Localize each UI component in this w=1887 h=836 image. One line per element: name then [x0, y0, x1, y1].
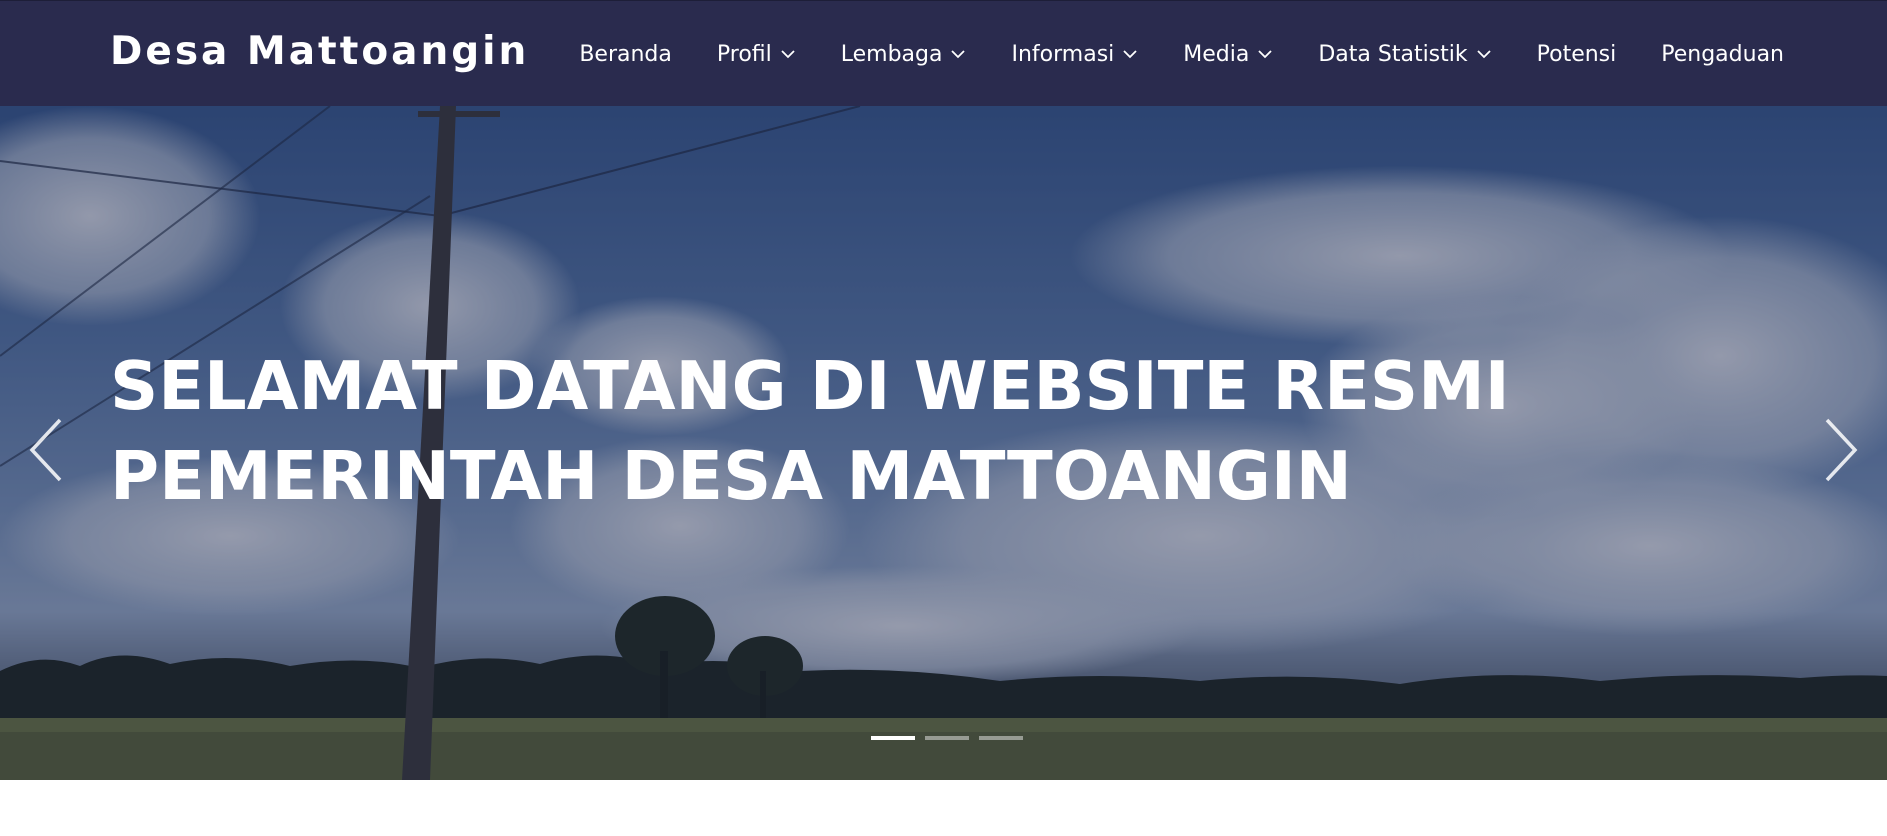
hero-title-line: PEMERINTAH DESA MATTOANGIN [110, 437, 1352, 515]
nav-item-pengaduan[interactable]: Pengaduan [1661, 42, 1784, 67]
carousel-next-button[interactable] [1815, 410, 1865, 490]
hero-carousel: SELAMAT DATANG DI WEBSITE RESMI PEMERINT… [0, 106, 1887, 780]
nav-item-label: Beranda [579, 41, 672, 67]
hero-title: SELAMAT DATANG DI WEBSITE RESMI PEMERINT… [110, 341, 1510, 521]
nav-item-profil[interactable]: Profil [717, 42, 796, 67]
nav-item-label: Pengaduan [1661, 41, 1784, 67]
nav-item-informasi[interactable]: Informasi [1011, 42, 1138, 67]
nav-item-label: Potensi [1536, 41, 1617, 67]
nav-item-label: Data Statistik [1318, 41, 1468, 67]
navbar: Desa Mattoangin Beranda Profil Lembaga I… [0, 0, 1887, 106]
nav-item-beranda[interactable]: Beranda [579, 42, 672, 67]
carousel-indicators [871, 736, 1023, 740]
carousel-indicator[interactable] [925, 736, 969, 740]
main-nav: Beranda Profil Lembaga Informasi Media D… [579, 1, 1784, 107]
chevron-left-icon [22, 418, 72, 494]
chevron-down-icon [950, 48, 966, 60]
nav-item-label: Lembaga [840, 41, 943, 67]
nav-item-media[interactable]: Media [1183, 42, 1273, 67]
nav-item-label: Informasi [1011, 41, 1115, 67]
chevron-down-icon [1476, 48, 1492, 60]
carousel-prev-button[interactable] [22, 410, 72, 490]
chevron-down-icon [1122, 48, 1138, 60]
nav-item-label: Media [1183, 41, 1250, 67]
chevron-down-icon [780, 48, 796, 60]
nav-item-potensi[interactable]: Potensi [1537, 42, 1617, 67]
nav-item-lembaga[interactable]: Lembaga [841, 42, 967, 67]
chevron-down-icon [1257, 48, 1273, 60]
hero-title-line: SELAMAT DATANG DI WEBSITE RESMI [110, 347, 1510, 425]
site-brand[interactable]: Desa Mattoangin [110, 27, 529, 77]
nav-item-data-statistik[interactable]: Data Statistik [1318, 42, 1491, 67]
carousel-indicator[interactable] [979, 736, 1023, 740]
chevron-right-icon [1815, 418, 1865, 494]
nav-item-label: Profil [716, 41, 772, 67]
carousel-indicator[interactable] [871, 736, 915, 740]
